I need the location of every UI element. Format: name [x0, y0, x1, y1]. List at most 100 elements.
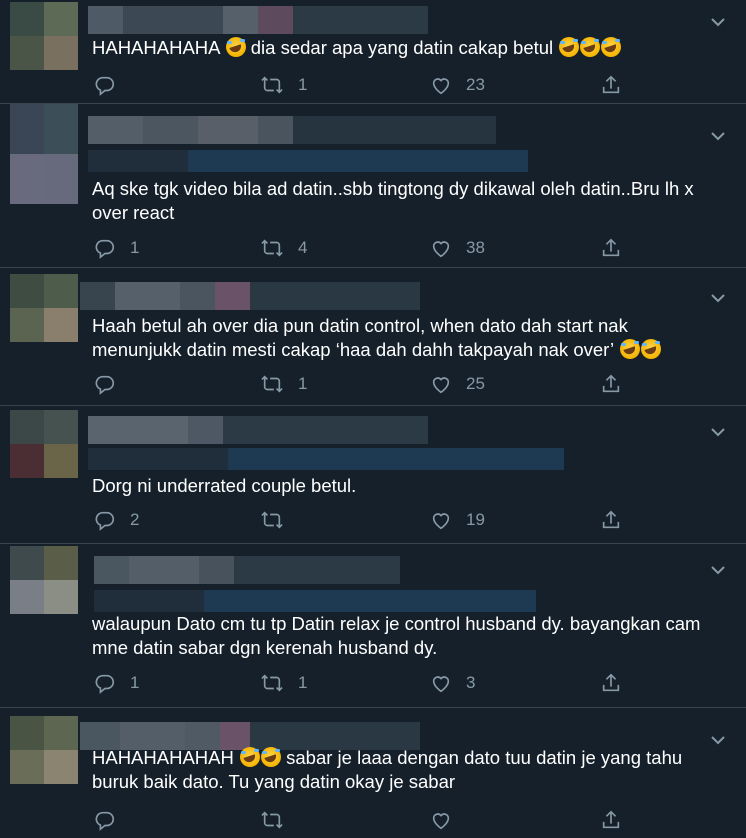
reply-button[interactable]: 2 — [94, 506, 139, 534]
retweet-count: 4 — [298, 238, 308, 257]
rofl-emoji-icon — [619, 339, 640, 359]
retweet-icon — [261, 511, 283, 529]
tweet-actions: 1 4 38 — [92, 234, 652, 262]
tweet-text-part: HAHAHAHAHA — [92, 37, 220, 58]
like-count: 23 — [466, 75, 485, 94]
chevron-down-icon[interactable] — [710, 562, 726, 578]
tweet-actions: 1 23 — [92, 71, 652, 99]
reply-icon — [95, 239, 115, 259]
share-button[interactable] — [600, 370, 622, 398]
tweet-actions: 1 25 — [92, 370, 652, 398]
chevron-down-icon[interactable] — [710, 128, 726, 144]
tweet-text: HAHAHAHAHA dia sedar apa yang datin caka… — [92, 36, 716, 60]
blurred-author-name[interactable] — [80, 282, 420, 310]
tweet-text: Aq ske tgk video bila ad datin..sbb ting… — [92, 178, 699, 223]
reply-count: 1 — [130, 238, 140, 257]
tweet-text: Dorg ni underrated couple betul. — [92, 475, 357, 496]
tweet-2[interactable]: Aq ske tgk video bila ad datin..sbb ting… — [0, 104, 746, 268]
rofl-emoji-icon — [580, 37, 601, 57]
chevron-down-icon[interactable] — [710, 424, 726, 440]
tweet-5[interactable]: walaupun Dato cm tu tp Datin relax je co… — [0, 544, 746, 708]
retweet-button[interactable]: 1 — [260, 370, 307, 398]
rofl-emoji-icon — [559, 37, 580, 57]
avatar[interactable] — [10, 104, 78, 204]
retweet-count: 1 — [298, 673, 308, 692]
rofl-emoji-icon — [261, 747, 281, 767]
retweet-button[interactable]: 4 — [260, 234, 307, 262]
tweet-6[interactable]: HAHAHAHAHAH sabar je laaa dengan dato tu… — [0, 708, 746, 838]
share-icon — [602, 510, 620, 529]
share-button[interactable] — [600, 234, 622, 262]
avatar[interactable] — [10, 410, 78, 478]
blurred-author-handle[interactable] — [88, 448, 564, 470]
tweet-actions: 2 19 — [92, 506, 652, 534]
reply-icon — [95, 511, 115, 531]
retweet-icon — [261, 811, 283, 829]
share-icon — [602, 238, 620, 257]
avatar[interactable] — [10, 716, 78, 784]
like-button[interactable]: 19 — [430, 506, 485, 534]
reply-icon — [95, 811, 115, 831]
reply-button[interactable] — [94, 370, 130, 398]
reply-icon — [95, 76, 115, 96]
avatar[interactable] — [10, 546, 78, 614]
reply-count: 2 — [130, 510, 140, 529]
tweet-text-part: dia sedar apa yang datin cakap betul — [245, 37, 559, 58]
like-button[interactable]: 25 — [430, 370, 485, 398]
reply-button[interactable]: 1 — [94, 234, 139, 262]
share-button[interactable] — [600, 506, 622, 534]
tweet-text: walaupun Dato cm tu tp Datin relax je co… — [92, 613, 706, 658]
reply-icon — [95, 375, 115, 395]
share-button[interactable] — [600, 669, 622, 697]
share-icon — [602, 673, 620, 692]
heart-icon — [432, 241, 450, 258]
blurred-author-name[interactable] — [94, 556, 400, 584]
retweet-icon — [261, 375, 283, 393]
blurred-author-handle[interactable] — [88, 150, 528, 172]
like-count: 3 — [466, 673, 476, 692]
share-icon — [602, 810, 620, 829]
rofl-emoji-icon — [225, 37, 246, 57]
retweet-count: 1 — [298, 75, 308, 94]
blurred-author-handle[interactable] — [94, 590, 536, 612]
share-icon — [602, 75, 620, 94]
retweet-button[interactable] — [260, 506, 298, 534]
reply-button[interactable]: 1 — [94, 669, 139, 697]
avatar[interactable] — [10, 2, 78, 70]
like-count: 38 — [466, 238, 485, 257]
avatar[interactable] — [10, 274, 78, 342]
like-button[interactable] — [430, 806, 466, 834]
chevron-down-icon[interactable] — [710, 14, 726, 30]
retweet-icon — [261, 239, 283, 257]
tweet-1[interactable]: HAHAHAHAHA dia sedar apa yang datin caka… — [0, 0, 746, 104]
like-button[interactable]: 38 — [430, 234, 485, 262]
tweet-text-part: HAHAHAHAHAH — [92, 747, 234, 768]
blurred-author-name[interactable] — [88, 416, 428, 444]
like-count: 19 — [466, 510, 485, 529]
rofl-emoji-icon — [240, 747, 260, 767]
heart-icon — [432, 513, 450, 530]
retweet-icon — [261, 674, 283, 692]
blurred-author-name[interactable] — [88, 6, 428, 34]
heart-icon — [432, 78, 450, 95]
heart-icon — [432, 676, 450, 693]
blurred-author-name[interactable] — [88, 116, 496, 144]
tweet-3[interactable]: Haah betul ah over dia pun datin control… — [0, 268, 746, 406]
rofl-emoji-icon — [640, 339, 661, 359]
retweet-button[interactable]: 1 — [260, 669, 307, 697]
reply-button[interactable] — [94, 71, 130, 99]
like-button[interactable]: 23 — [430, 71, 485, 99]
retweet-button[interactable]: 1 — [260, 71, 307, 99]
tweet-actions: 1 1 3 — [92, 669, 652, 697]
reply-icon — [95, 674, 115, 694]
share-button[interactable] — [600, 806, 622, 834]
rofl-emoji-icon — [601, 37, 622, 57]
retweet-icon — [261, 76, 283, 94]
tweet-4[interactable]: Dorg ni underrated couple betul. 2 19 — [0, 406, 746, 544]
share-button[interactable] — [600, 71, 622, 99]
like-button[interactable]: 3 — [430, 669, 475, 697]
chevron-down-icon[interactable] — [710, 290, 726, 306]
reply-button[interactable] — [94, 806, 130, 834]
heart-icon — [432, 813, 450, 830]
retweet-button[interactable] — [260, 806, 298, 834]
